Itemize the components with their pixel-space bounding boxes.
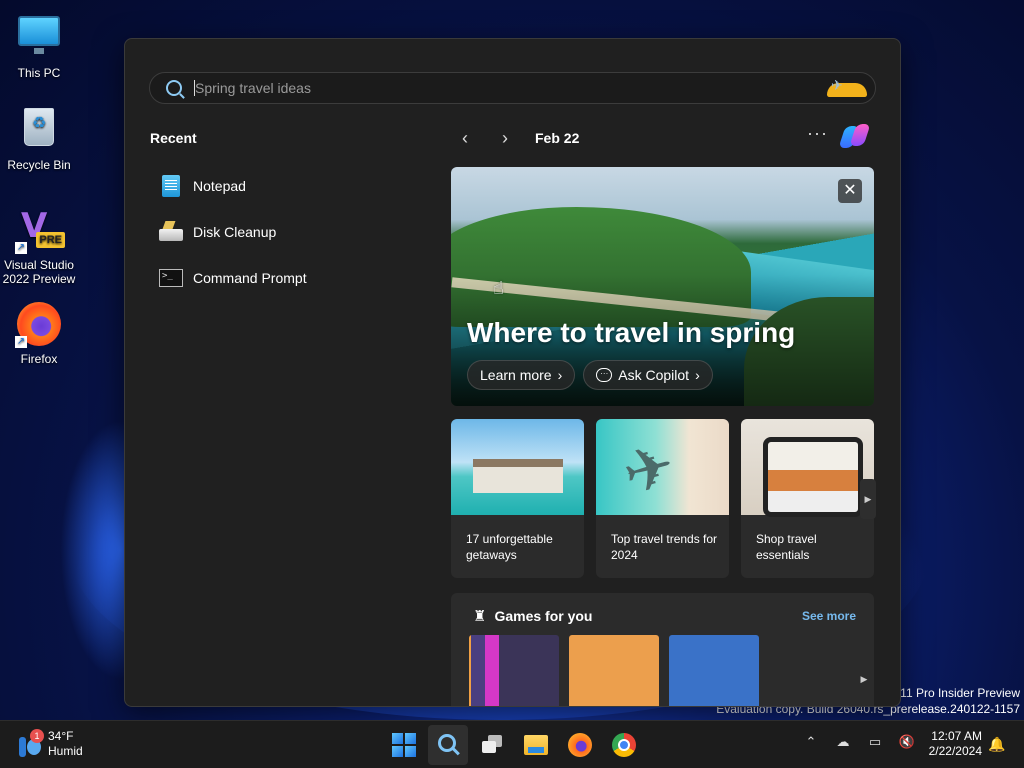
- feed-cards: 17 unforgettable getaways Top travel tre…: [451, 419, 874, 579]
- search-input[interactable]: [195, 80, 823, 96]
- feed-card-getaways[interactable]: 17 unforgettable getaways: [451, 419, 584, 578]
- search-box[interactable]: ✈: [149, 72, 876, 104]
- desktop-icon-label: Visual Studio 2022 Preview: [2, 258, 76, 286]
- taskbar: 1 34°F Humid ⌃ ☁ ▭ 🔇 12:07 AM 2/22/2024 …: [0, 720, 1024, 768]
- onedrive-offline-icon[interactable]: ☁: [834, 733, 852, 751]
- ask-copilot-label: Ask Copilot: [618, 367, 690, 383]
- notepad-icon: [162, 175, 180, 197]
- games-title: Games for you: [494, 608, 593, 624]
- learn-more-button[interactable]: Learn more ›: [467, 360, 576, 390]
- shortcut-arrow-icon: ↗: [15, 336, 27, 348]
- command-prompt-icon: [159, 269, 183, 287]
- feed-date: Feb 22: [535, 130, 580, 146]
- feed-card-trends[interactable]: Top travel trends for 2024: [596, 419, 729, 578]
- copilot-icon[interactable]: [838, 122, 871, 152]
- recent-heading: Recent: [150, 130, 197, 146]
- hero-card[interactable]: ✕ Where to travel in spring Learn more ›…: [451, 167, 874, 406]
- desktop-icon-label: Recycle Bin: [7, 158, 71, 172]
- game-tile[interactable]: [669, 635, 759, 706]
- file-explorer-button[interactable]: [516, 725, 556, 765]
- windows-logo-icon: [392, 733, 416, 757]
- search-highlight-travel-icon[interactable]: ✈: [823, 75, 871, 101]
- chevron-up-icon[interactable]: ⌃: [802, 733, 820, 751]
- game-pieces-icon: ♜: [473, 608, 487, 625]
- weather-condition: Humid: [48, 744, 83, 758]
- volume-muted-icon[interactable]: 🔇: [898, 733, 916, 751]
- learn-more-label: Learn more: [480, 367, 552, 383]
- games-scroll-right-button[interactable]: ▶: [856, 667, 872, 691]
- recent-item-label: Command Prompt: [193, 270, 307, 286]
- more-options-button[interactable]: ···: [807, 123, 831, 144]
- desktop-icon-visual-studio[interactable]: V PRE ↗ Visual Studio 2022 Preview: [0, 204, 78, 286]
- ask-copilot-button[interactable]: ··· Ask Copilot ›: [583, 360, 713, 390]
- recent-list: Notepad Disk Cleanup Command Prompt: [159, 163, 409, 301]
- search-icon: [438, 734, 456, 752]
- card-image: [451, 419, 584, 515]
- desktop-icon-label: Firefox: [20, 352, 58, 366]
- card-title: Shop travel essentials: [756, 532, 817, 562]
- notification-badge: 1: [30, 729, 44, 743]
- feed-card-shop[interactable]: Shop travel essentials: [741, 419, 874, 578]
- desktop-icon-firefox[interactable]: ↗ Firefox: [0, 302, 78, 366]
- clock-date: 2/22/2024: [928, 744, 982, 758]
- clock-time: 12:07 AM: [931, 729, 982, 743]
- visual-studio-icon: V PRE ↗: [15, 208, 65, 254]
- network-icon[interactable]: ▭: [866, 733, 884, 751]
- games-header: ♜ Games for you: [473, 607, 592, 625]
- search-panel: ✈ Recent Notepad Disk Cleanup Command Pr…: [124, 38, 901, 707]
- firefox-icon: ↗: [15, 302, 61, 348]
- cards-scroll-right-button[interactable]: ▶: [860, 479, 876, 519]
- recent-item-label: Notepad: [193, 178, 246, 194]
- card-title: Top travel trends for 2024: [611, 532, 718, 562]
- close-icon[interactable]: ✕: [838, 179, 862, 203]
- game-tile[interactable]: [469, 635, 559, 706]
- search-icon: [166, 80, 182, 96]
- see-more-link[interactable]: See more: [802, 609, 856, 623]
- card-image: [596, 419, 729, 515]
- pre-badge: PRE: [36, 232, 65, 248]
- search-taskbar-button[interactable]: [428, 725, 468, 765]
- this-pc-icon: [17, 16, 61, 60]
- system-tray: ⌃ ☁ ▭ 🔇: [802, 733, 916, 751]
- firefox-taskbar-button[interactable]: [560, 725, 600, 765]
- task-view-icon: [482, 735, 502, 753]
- recent-item-disk-cleanup[interactable]: Disk Cleanup: [159, 209, 409, 255]
- chevron-right-icon: ›: [695, 367, 700, 383]
- firefox-icon: [568, 733, 592, 757]
- card-title: 17 unforgettable getaways: [466, 532, 553, 562]
- clock[interactable]: 12:07 AM 2/22/2024: [920, 729, 982, 759]
- hero-headline: Where to travel in spring: [467, 317, 796, 348]
- start-button[interactable]: [384, 725, 424, 765]
- notification-bell-icon[interactable]: 🔔: [988, 736, 1005, 753]
- chat-bubble-icon: ···: [596, 368, 613, 382]
- weather-icon: 1: [16, 729, 44, 757]
- next-day-button[interactable]: ›: [495, 128, 515, 148]
- game-tiles: [469, 635, 759, 706]
- recent-item-notepad[interactable]: Notepad: [159, 163, 409, 209]
- folder-icon: [524, 735, 548, 755]
- chevron-right-icon: ›: [557, 367, 563, 383]
- recycle-bin-icon: [17, 108, 61, 152]
- chrome-taskbar-button[interactable]: [604, 725, 644, 765]
- hand-cursor-icon: ☝: [493, 278, 504, 298]
- weather-temp: 34°F: [48, 729, 74, 743]
- task-view-button[interactable]: [472, 725, 512, 765]
- hero-actions: Learn more › ··· Ask Copilot ›: [467, 360, 713, 390]
- taskbar-apps: [384, 725, 644, 765]
- shortcut-arrow-icon: ↗: [15, 242, 27, 254]
- disk-cleanup-icon: [159, 229, 183, 241]
- desktop-icon-label: This PC: [17, 66, 61, 80]
- desktop-icon-recycle-bin[interactable]: Recycle Bin: [0, 106, 78, 172]
- feed-nav: ‹ › Feb 22 ···: [455, 123, 875, 149]
- desktop-icon-this-pc[interactable]: This PC: [0, 10, 78, 80]
- recent-item-label: Disk Cleanup: [193, 224, 277, 240]
- card-image: [741, 419, 874, 517]
- weather-widget[interactable]: 1 34°F Humid: [16, 729, 83, 759]
- previous-day-button[interactable]: ‹: [455, 128, 475, 148]
- games-section: ♜ Games for you See more ▶: [451, 593, 874, 706]
- game-tile[interactable]: [569, 635, 659, 706]
- recent-item-command-prompt[interactable]: Command Prompt: [159, 255, 409, 301]
- chrome-icon: [612, 733, 636, 757]
